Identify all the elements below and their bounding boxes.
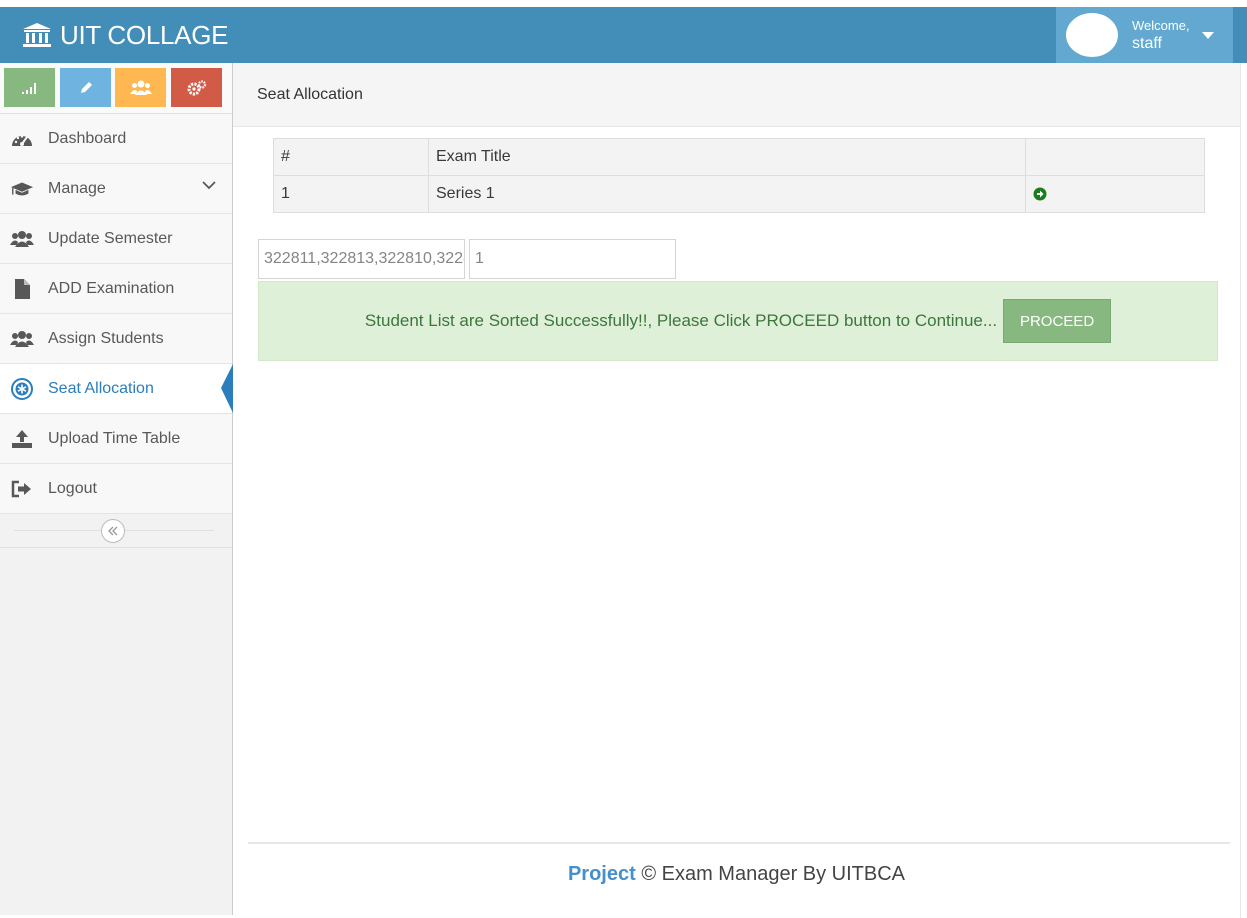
- sidebar-collapse: [0, 514, 232, 548]
- users-icon: [129, 80, 152, 95]
- sidebar-item-label: Logout: [48, 479, 97, 497]
- sidebar-item-seat-allocation[interactable]: Seat Allocation: [0, 364, 233, 414]
- sidebar-item-dashboard[interactable]: Dashboard: [0, 114, 232, 164]
- collapse-button[interactable]: [101, 519, 125, 543]
- sidebar-item-label: Update Semester: [48, 229, 173, 247]
- user-info: Welcome, staff: [1132, 17, 1190, 53]
- row-action: [1025, 175, 1205, 213]
- sidebar-item-label: Dashboard: [48, 129, 127, 147]
- graduation-cap-icon: [10, 177, 34, 201]
- column-header-number: #: [273, 138, 429, 176]
- exam-table: # Exam Title 1 Series 1: [273, 138, 1205, 213]
- tachometer-icon: [10, 127, 34, 151]
- caret-down-icon: [1201, 31, 1214, 39]
- pencil-icon: [80, 81, 92, 93]
- asterisk-circle-icon: [10, 377, 34, 401]
- window-edge: [1240, 63, 1247, 918]
- sidebar-item-update-semester[interactable]: Update Semester: [0, 214, 232, 264]
- sidebar-item-assign-students[interactable]: Assign Students: [0, 314, 232, 364]
- row-exam-title: Series 1: [428, 175, 1026, 213]
- top-strip: [0, 0, 1247, 7]
- sidebar-item-upload-time-table[interactable]: Upload Time Table: [0, 414, 232, 464]
- university-icon: [23, 23, 51, 47]
- brand-name: UIT COLLAGE: [60, 19, 229, 50]
- table-header-row: # Exam Title: [273, 138, 1205, 176]
- student-ids-input[interactable]: 322811,322813,322810,322812: [258, 239, 465, 279]
- footer: Project © Exam Manager By UITBCA: [233, 863, 1240, 886]
- brand[interactable]: UIT COLLAGE: [22, 20, 228, 50]
- chevron-down-icon: [202, 181, 216, 190]
- sidebar-item-label: Assign Students: [48, 329, 164, 347]
- active-indicator: [221, 364, 233, 413]
- sidebar-item-add-examination[interactable]: ADD Examination: [0, 264, 232, 314]
- shortcut-signal-button[interactable]: [4, 68, 55, 107]
- allocation-inputs: 322811,322813,322810,322812 1: [258, 239, 676, 279]
- sidebar-item-manage[interactable]: Manage: [0, 164, 232, 214]
- sidebar-item-label: Seat Allocation: [48, 379, 154, 397]
- sidebar-shortcuts: [0, 63, 232, 114]
- users-icon: [10, 327, 34, 351]
- footer-divider: [248, 842, 1230, 844]
- sidebar-item-label: Manage: [48, 179, 106, 197]
- sidebar-item-label: Upload Time Table: [48, 429, 181, 447]
- count-input[interactable]: 1: [469, 239, 676, 279]
- main-content: Seat Allocation # Exam Title 1 Series 1 …: [233, 63, 1240, 915]
- cogs-icon: [187, 79, 206, 95]
- users-icon: [10, 227, 34, 251]
- success-alert: Student List are Sorted Successfully!!, …: [258, 281, 1218, 361]
- arrow-circle-right-icon[interactable]: [1033, 187, 1047, 201]
- breadcrumb: Seat Allocation: [233, 63, 1240, 127]
- signal-icon: [21, 82, 36, 94]
- file-icon: [10, 277, 34, 301]
- shortcut-cogs-button[interactable]: [171, 68, 222, 107]
- sidebar-item-logout[interactable]: Logout: [0, 464, 232, 514]
- upload-icon: [10, 427, 34, 451]
- shortcut-pencil-button[interactable]: [60, 68, 111, 107]
- double-angle-left-icon: [108, 526, 118, 536]
- username: staff: [1132, 35, 1162, 52]
- shortcut-users-button[interactable]: [115, 68, 166, 107]
- sidebar-item-label: ADD Examination: [48, 279, 175, 297]
- row-number: 1: [273, 175, 429, 213]
- alert-message: Student List are Sorted Successfully!!, …: [364, 311, 998, 330]
- user-menu[interactable]: Welcome, staff: [1056, 7, 1233, 63]
- column-header-action: [1025, 138, 1205, 176]
- welcome-text: Welcome,: [1132, 18, 1190, 33]
- sidebar: Dashboard Manage Update Semester ADD Exa…: [0, 63, 233, 915]
- footer-text: © Exam Manager By UITBCA: [635, 863, 906, 885]
- page-title: Seat Allocation: [257, 85, 363, 103]
- proceed-button[interactable]: PROCEED: [1003, 299, 1112, 343]
- sign-out-icon: [10, 477, 34, 501]
- footer-project-label: Project: [567, 863, 636, 885]
- avatar: [1066, 13, 1118, 57]
- column-header-exam-title: Exam Title: [428, 138, 1026, 176]
- table-row: 1 Series 1: [273, 175, 1205, 213]
- navbar: UIT COLLAGE Welcome, staff: [0, 7, 1247, 63]
